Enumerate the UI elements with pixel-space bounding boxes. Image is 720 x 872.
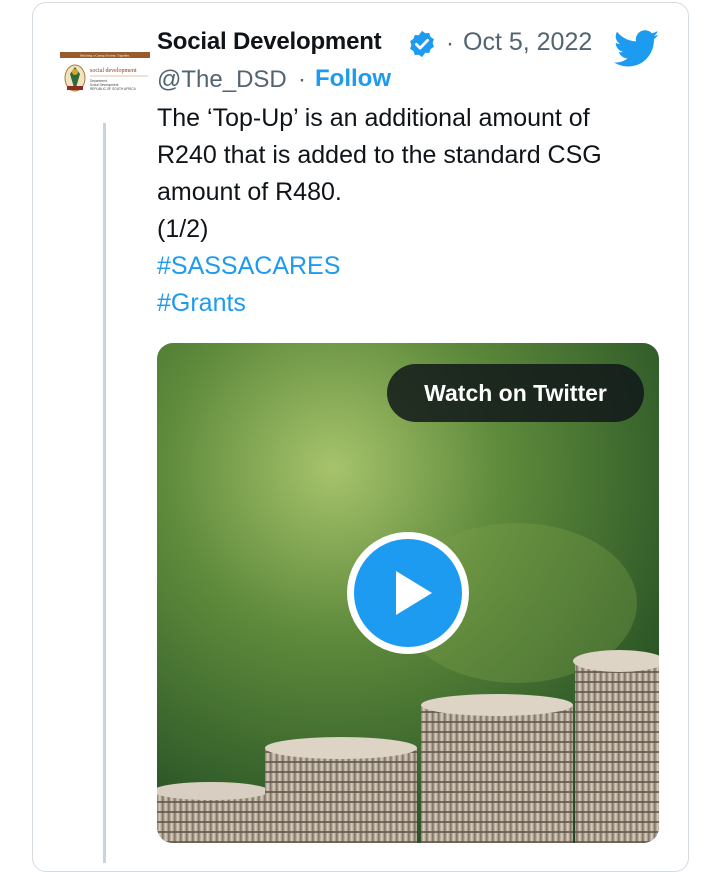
play-button[interactable] bbox=[347, 532, 469, 654]
author-handle[interactable]: @The_DSD bbox=[157, 66, 287, 94]
tweet-text-line: amount of R480. bbox=[157, 178, 342, 206]
hashtag-link[interactable]: #Grants bbox=[157, 285, 657, 322]
twitter-bird-icon[interactable] bbox=[614, 30, 660, 68]
dsd-logo-icon: Building a Caring Society. Together. soc… bbox=[60, 52, 150, 92]
author-avatar[interactable]: Building a Caring Society. Together. soc… bbox=[60, 52, 150, 110]
play-icon bbox=[354, 539, 462, 647]
header-separator: · bbox=[446, 30, 454, 57]
tweet-text: The ‘Top-Up’ is an additional amount of … bbox=[157, 100, 657, 322]
tweet-text-line: The ‘Top-Up’ is an additional amount of bbox=[157, 104, 590, 132]
tweet-text-line: R240 that is added to the standard CSG bbox=[157, 141, 602, 169]
play-triangle bbox=[396, 571, 432, 615]
logo-subline: REPUBLIC OF SOUTH AFRICA bbox=[90, 87, 137, 91]
watch-on-twitter-button[interactable]: Watch on Twitter bbox=[387, 364, 644, 422]
thread-line bbox=[103, 123, 106, 863]
hashtag-link[interactable]: #SASSACARES bbox=[157, 248, 657, 285]
author-name[interactable]: Social Development bbox=[157, 28, 382, 56]
follow-button[interactable]: Follow bbox=[315, 65, 391, 93]
verified-badge-icon bbox=[410, 30, 434, 58]
logo-banner-text: Building a Caring Society. Together. bbox=[80, 54, 130, 58]
tweet-text-line: (1/2) bbox=[157, 215, 209, 243]
logo-org-text: social development bbox=[90, 68, 137, 74]
tweet-date[interactable]: Oct 5, 2022 bbox=[463, 28, 592, 57]
handle-separator: · bbox=[298, 66, 306, 93]
